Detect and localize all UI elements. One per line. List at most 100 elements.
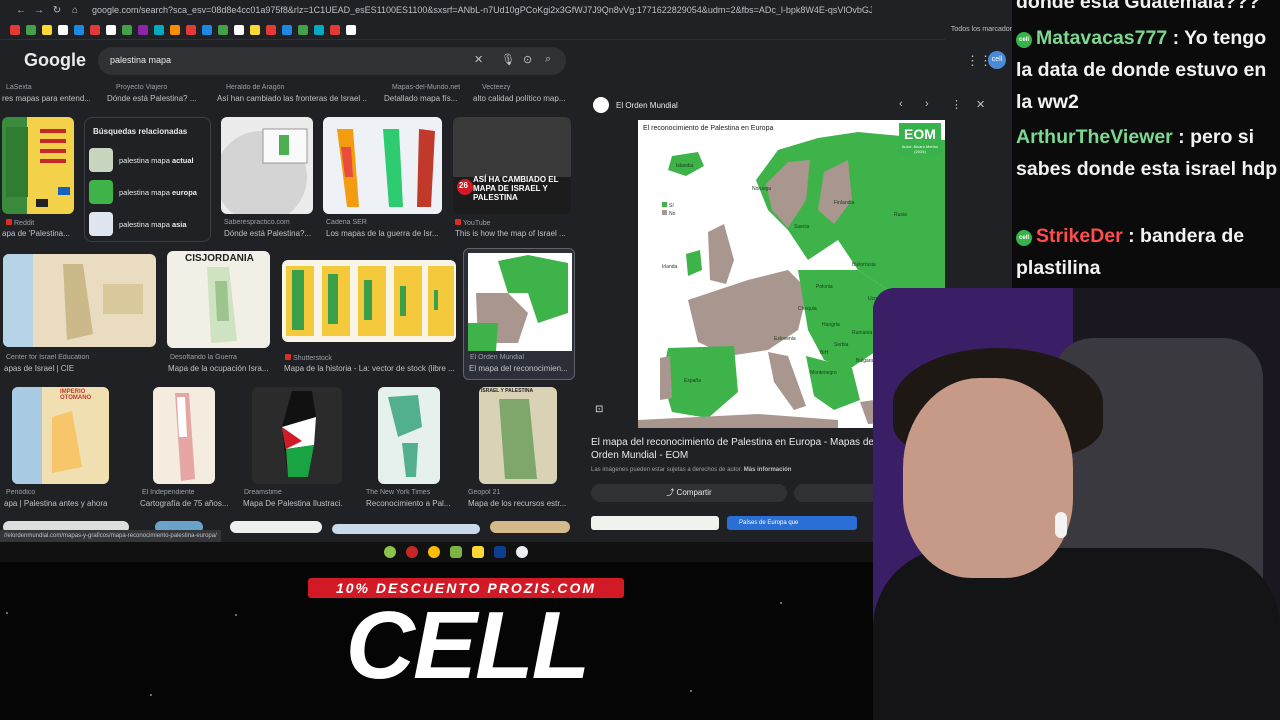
clear-icon[interactable]: ✕ (474, 53, 483, 66)
chrome-icon[interactable] (428, 546, 440, 558)
chat-username: ArthurTheViewer (1016, 126, 1173, 148)
preview-title[interactable]: El mapa del reconocimiento de Palestina … (591, 436, 891, 462)
bookmark-icon[interactable] (106, 24, 116, 35)
result-image[interactable]: ISRAEL Y PALESTINA (479, 387, 557, 484)
folder-icon[interactable] (472, 546, 484, 558)
history-map-strip (286, 266, 454, 336)
related-image[interactable] (591, 516, 719, 530)
result-title[interactable]: Cartografía de 75 años... (140, 499, 230, 508)
result-image[interactable] (282, 260, 456, 342)
all-bookmarks-folder[interactable]: Todos los marcador (944, 20, 1012, 40)
result-title[interactable]: El mapa del reconocimien... (469, 364, 571, 373)
forward-icon[interactable]: → (32, 5, 46, 16)
map-country-label: Hungría (822, 322, 840, 328)
chat-message: donde esta Guatemala??? (1016, 0, 1278, 18)
search-icon[interactable]: ⌕ (545, 53, 551, 66)
bookmark-icon[interactable] (42, 24, 52, 35)
result-title[interactable]: Así han cambiado las fronteras de Israel… (217, 94, 367, 103)
result-title[interactable]: Detallado mapa fís... (384, 94, 464, 103)
result-image[interactable] (378, 387, 440, 484)
microphone-icon[interactable]: 🎙 (501, 53, 515, 66)
bookmark-icon[interactable] (346, 24, 356, 35)
result-image[interactable] (323, 117, 442, 214)
bookmark-icon[interactable] (90, 24, 100, 35)
result-title[interactable]: apas de Israel | CIE (4, 364, 154, 373)
result-title[interactable]: Dónde está Palestina? ... (107, 94, 207, 103)
result-image[interactable]: IMPERIO OTOMANO (12, 387, 109, 484)
result-image[interactable] (153, 387, 215, 484)
result-title[interactable]: apa de 'Palestina... (2, 229, 78, 238)
bookmark-icon[interactable] (330, 24, 340, 35)
google-logo[interactable]: Google (24, 50, 86, 71)
home-icon[interactable]: ⌂ (68, 5, 82, 16)
related-search-item[interactable]: palestina mapa europa (89, 179, 207, 205)
result-image[interactable] (332, 524, 480, 534)
result-source: Mapas-del-Mundo.net (392, 84, 461, 91)
app-icon[interactable] (516, 546, 528, 558)
result-title[interactable]: apa | Palestina antes y ahora (4, 499, 116, 508)
search-input[interactable]: palestina mapa (110, 55, 171, 65)
bookmark-icon[interactable] (266, 24, 276, 35)
close-icon[interactable]: ✕ (976, 98, 985, 111)
result-image[interactable] (2, 117, 74, 214)
app-icon[interactable] (406, 546, 418, 558)
search-box[interactable]: palestina mapa ✕ 🎙 ⊙ ⌕ (98, 47, 566, 75)
bookmark-icon[interactable] (282, 24, 292, 35)
related-image[interactable]: Países de Europa que (727, 516, 857, 530)
reload-icon[interactable]: ↻ (50, 5, 64, 16)
avatar[interactable]: cell (988, 51, 1006, 69)
result-image[interactable] (230, 521, 322, 533)
bookmark-icon[interactable] (298, 24, 308, 35)
result-title[interactable]: Mapa de la historia - La: vector de stoc… (284, 364, 456, 373)
result-title[interactable]: This is how the map of Israel ... (455, 229, 573, 238)
result-title[interactable]: Reconocimiento a Pal... (366, 499, 456, 508)
result-title[interactable]: alto calidad político map... (473, 94, 573, 103)
result-image[interactable]: CISJORDANIA (167, 251, 270, 348)
bookmark-icon[interactable] (314, 24, 324, 35)
result-source-label: Reddit (14, 220, 35, 227)
result-image[interactable] (221, 117, 313, 214)
app-icon[interactable] (384, 546, 396, 558)
bookmark-icon[interactable] (170, 24, 180, 35)
bookmark-icon[interactable] (10, 24, 20, 35)
lens-search-icon[interactable]: ⊡ (595, 404, 603, 415)
map-country-label: Irlanda (662, 264, 678, 270)
lens-icon[interactable]: ⊙ (523, 53, 532, 66)
bookmark-icon[interactable] (218, 24, 228, 35)
photoshop-icon[interactable] (494, 546, 506, 558)
bookmark-icon[interactable] (250, 24, 260, 35)
bookmark-icon[interactable] (202, 24, 212, 35)
sparkle (6, 612, 8, 614)
share-button[interactable]: ⤴ Compartir (591, 484, 787, 502)
result-title[interactable]: Dónde está Palestina?... (224, 229, 316, 238)
related-search-item[interactable]: palestina mapa actual (89, 147, 207, 173)
result-title[interactable]: Los mapas de la guerra de Isr... (326, 229, 446, 238)
result-image[interactable]: 26 ASÍ HA CAMBIADO EL MAPA DE ISRAEL Y P… (453, 117, 571, 214)
result-title[interactable]: res mapas para entend... (2, 94, 90, 103)
bookmark-icon[interactable] (138, 24, 148, 35)
next-icon[interactable]: › (925, 98, 929, 110)
more-icon[interactable]: ⋮ (951, 98, 962, 111)
result-title[interactable]: Mapa de los recursos estr... (468, 499, 568, 508)
bookmark-icon[interactable] (58, 24, 68, 35)
more-info-link[interactable]: Más información (744, 467, 792, 473)
bookmark-icon[interactable] (154, 24, 164, 35)
preview-source[interactable]: El Orden Mundial (616, 101, 678, 110)
bookmark-icon[interactable] (74, 24, 84, 35)
app-icon[interactable] (450, 546, 462, 558)
bookmark-icon[interactable] (122, 24, 132, 35)
result-image[interactable] (490, 521, 570, 533)
result-title[interactable]: Mapa de la ocupación Isra... (168, 364, 272, 373)
save-button[interactable] (794, 484, 884, 502)
link-status-url: //elordenmundial.com/mapas-y-graficos/ma… (0, 530, 221, 542)
result-image[interactable] (3, 254, 156, 347)
related-search-item[interactable]: palestina mapa asia (89, 211, 207, 237)
bookmark-icon[interactable] (26, 24, 36, 35)
back-icon[interactable]: ← (14, 5, 28, 16)
result-title[interactable]: Mapa De Palestina Ilustraci... (243, 499, 343, 508)
bookmark-icon[interactable] (234, 24, 244, 35)
bookmark-icon[interactable] (186, 24, 196, 35)
address-bar[interactable]: google.com/search?sca_esv=08d8e4cc01a975… (92, 5, 872, 15)
prev-icon[interactable]: ‹ (899, 98, 903, 110)
result-image[interactable] (252, 387, 342, 484)
